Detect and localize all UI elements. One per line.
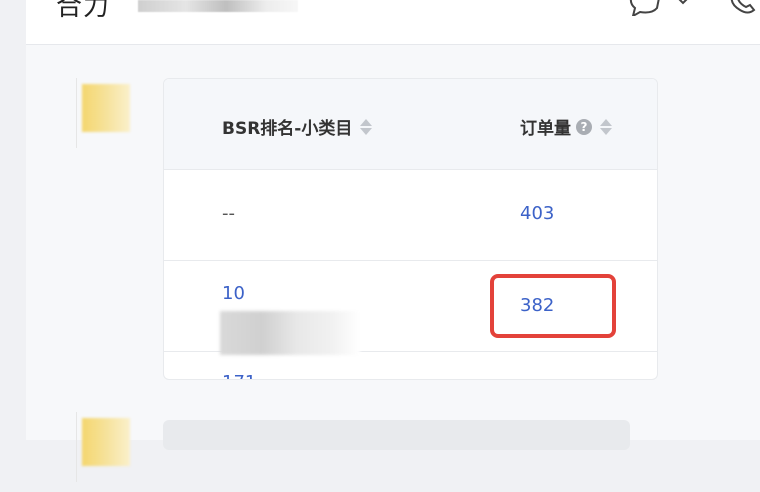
product-image <box>82 84 130 132</box>
blurred-title-text <box>138 0 298 12</box>
bsr-link[interactable]: 10 <box>222 283 245 304</box>
chat-icon[interactable] <box>628 0 662 16</box>
bsr-value: -- <box>222 203 235 224</box>
table-row: 171 <box>164 352 657 379</box>
highlight-box <box>490 274 616 338</box>
bsr-link[interactable]: 171 <box>222 372 256 379</box>
chevron-down-icon[interactable] <box>676 0 690 8</box>
page: 合力 BSR排名-小类目 订单量 ? -- 403 10 382 <box>26 0 760 482</box>
product-thumbnail[interactable] <box>76 78 146 158</box>
orders-link[interactable]: 403 <box>520 203 554 224</box>
blurred-category-text <box>220 311 360 355</box>
column-header-orders[interactable]: 订单量 ? <box>520 114 612 139</box>
product-image <box>82 418 130 466</box>
help-icon[interactable]: ? <box>576 118 592 135</box>
column-header-bsr[interactable]: BSR排名-小类目 <box>222 114 373 139</box>
phone-icon[interactable] <box>728 0 758 14</box>
next-card <box>163 420 630 450</box>
page-title: 合力 <box>56 0 111 22</box>
sort-icon[interactable] <box>600 118 612 135</box>
sort-icon[interactable] <box>360 118 373 135</box>
table-row: -- 403 <box>164 170 657 261</box>
product-thumbnail[interactable] <box>76 412 146 492</box>
table-header: BSR排名-小类目 订单量 ? <box>164 79 657 170</box>
topbar: 合力 <box>26 0 760 45</box>
